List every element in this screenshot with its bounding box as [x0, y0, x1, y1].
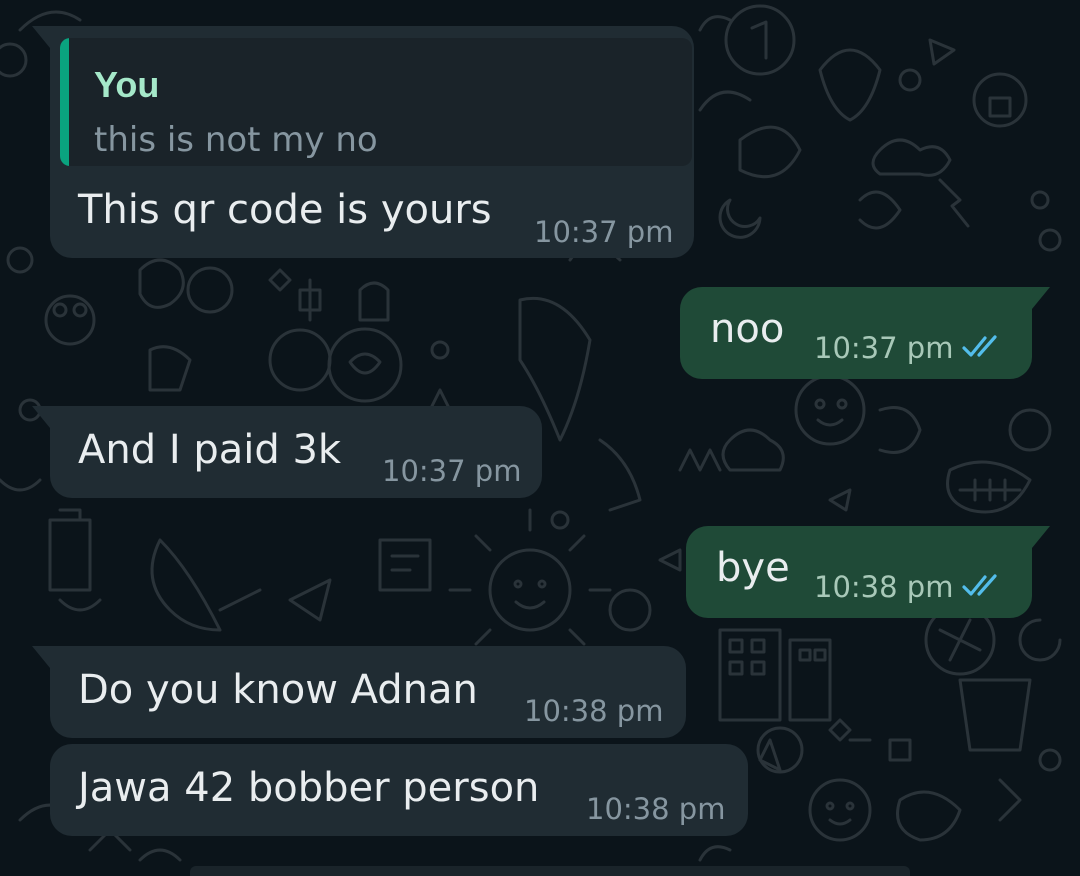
- message-text: noo: [710, 306, 785, 352]
- quote-text: this is not my no: [94, 120, 378, 160]
- quote-author: You: [94, 64, 160, 105]
- message-text: Jawa 42 bobber person: [78, 765, 540, 811]
- double-check-icon: [962, 574, 997, 596]
- message-time: 10:38 pm: [586, 792, 726, 826]
- message-text: Do you know Adnan: [78, 667, 478, 713]
- bubble-tail: [32, 646, 50, 668]
- message-bubble-incoming[interactable]: Do you know Adnan 10:38 pm: [32, 646, 686, 738]
- message-bubble-outgoing[interactable]: noo 10:37 pm: [680, 287, 1050, 379]
- message-text: This qr code is yours: [78, 187, 492, 233]
- bubble-tail: [1032, 287, 1050, 309]
- message-time: 10:37 pm: [382, 454, 522, 488]
- message-text: bye: [716, 545, 790, 591]
- message-bubble-incoming[interactable]: Jawa 42 bobber person 10:38 pm: [50, 744, 748, 836]
- message-time: 10:37 pm: [534, 215, 674, 249]
- bubble-tail: [1032, 526, 1050, 548]
- quoted-message[interactable]: You this is not my no: [60, 38, 692, 166]
- message-time: 10:38 pm: [814, 570, 954, 604]
- bubble-tail: [32, 26, 50, 48]
- message-bubble-incoming[interactable]: You this is not my no This qr code is yo…: [32, 26, 694, 258]
- bubble-tail: [32, 406, 50, 428]
- double-check-icon: [962, 335, 997, 357]
- message-text: And I paid 3k: [78, 427, 342, 473]
- message-bubble-outgoing[interactable]: bye 10:38 pm: [686, 526, 1050, 618]
- message-bubble-incoming[interactable]: And I paid 3k 10:37 pm: [32, 406, 542, 498]
- next-message-edge: [190, 866, 910, 876]
- message-time: 10:38 pm: [524, 694, 664, 728]
- message-time: 10:37 pm: [814, 331, 954, 365]
- quote-accent-bar: [60, 38, 69, 166]
